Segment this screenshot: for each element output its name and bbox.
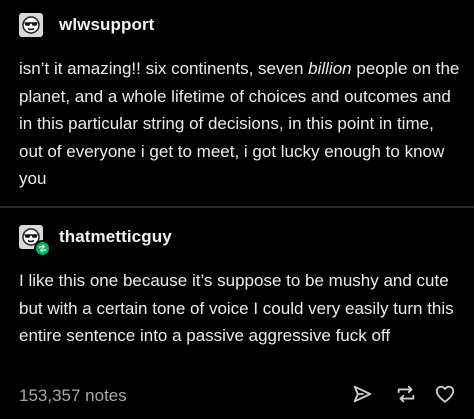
post-header: thatmetticguy <box>19 217 460 257</box>
post-text: isn’t it amazing!! six continents, seven… <box>19 55 460 193</box>
avatar[interactable] <box>19 13 43 37</box>
post-text-part: people on the planet, and a whole lifeti… <box>19 59 460 188</box>
share-button[interactable] <box>340 380 384 412</box>
post-header: wlwsupport <box>19 5 460 45</box>
reblog-icon <box>395 383 417 410</box>
original-post: wlwsupport isn’t it amazing!! six contin… <box>0 5 474 193</box>
reblog-post: thatmetticguy I like this one because it… <box>0 217 474 350</box>
post-text: I like this one because it’s suppose to … <box>19 271 454 345</box>
post-text-part: isn’t it amazing!! six continents, seven <box>19 59 309 78</box>
like-button[interactable] <box>428 380 456 412</box>
post-actions <box>340 380 456 412</box>
post-divider <box>0 206 474 208</box>
reblog-badge-icon <box>34 240 51 257</box>
send-icon <box>351 383 373 410</box>
sunglasses-face-icon <box>21 15 41 35</box>
notes-count[interactable]: 153,357 notes <box>19 386 340 406</box>
post-text-emphasis: billion <box>308 59 352 78</box>
post-username[interactable]: thatmetticguy <box>59 227 172 247</box>
post-footer: 153,357 notes <box>0 376 474 416</box>
avatar[interactable] <box>19 225 51 257</box>
post-username[interactable]: wlwsupport <box>59 15 154 35</box>
reblog-button[interactable] <box>384 380 428 412</box>
heart-icon <box>434 383 456 410</box>
